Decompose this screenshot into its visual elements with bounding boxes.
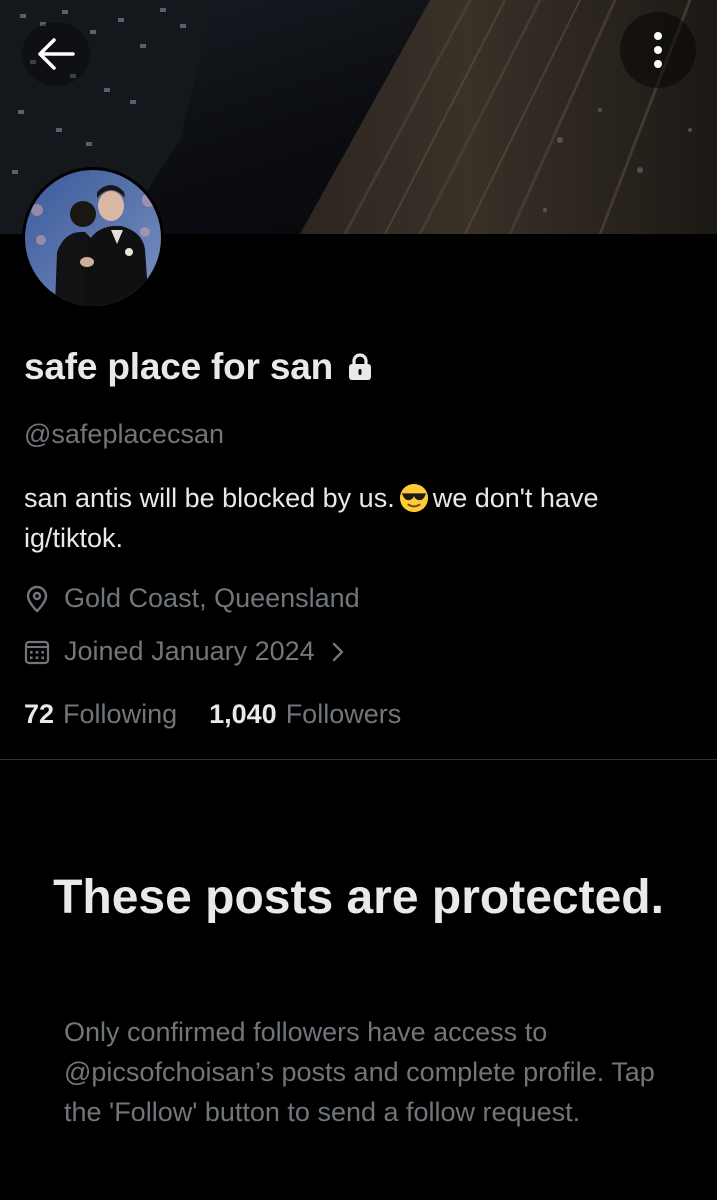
bio-text-part1: san antis will be blocked by us.	[24, 483, 395, 513]
followers-link[interactable]: 1,040 Followers	[209, 699, 401, 730]
follow-stats: 72 Following 1,040 Followers	[24, 699, 401, 730]
following-link[interactable]: 72 Following	[24, 699, 177, 730]
followers-count: 1,040	[209, 699, 277, 729]
protected-title: These posts are protected.	[53, 871, 664, 924]
location-row: Gold Coast, Queensland	[24, 583, 360, 614]
avatar-image	[25, 170, 161, 306]
calendar-icon	[24, 640, 50, 664]
location-text: Gold Coast, Queensland	[64, 583, 360, 613]
display-name: safe place for san	[24, 346, 333, 387]
more-options-button[interactable]	[620, 12, 696, 88]
back-button[interactable]	[22, 22, 90, 86]
arrow-left-icon	[38, 38, 75, 70]
section-divider	[0, 759, 717, 760]
following-label: Following	[63, 699, 178, 729]
more-vertical-icon	[654, 32, 662, 68]
following-count: 72	[24, 699, 55, 729]
lock-icon	[349, 353, 371, 380]
display-name-row: safe place for san	[24, 346, 373, 388]
profile-avatar[interactable]	[22, 167, 164, 309]
followers-label: Followers	[285, 699, 402, 729]
joined-text: Joined January 2024	[64, 636, 315, 666]
joined-row[interactable]: Joined January 2024	[24, 636, 347, 667]
profile-bio: san antis will be blocked by us. we don'…	[24, 478, 704, 558]
sunglasses-emoji-icon	[399, 483, 428, 513]
protected-description: Only confirmed followers have access to …	[64, 1017, 655, 1127]
chevron-right-icon	[332, 642, 343, 661]
location-pin-icon	[26, 585, 48, 613]
profile-handle: @safeplacecsan	[24, 419, 225, 449]
